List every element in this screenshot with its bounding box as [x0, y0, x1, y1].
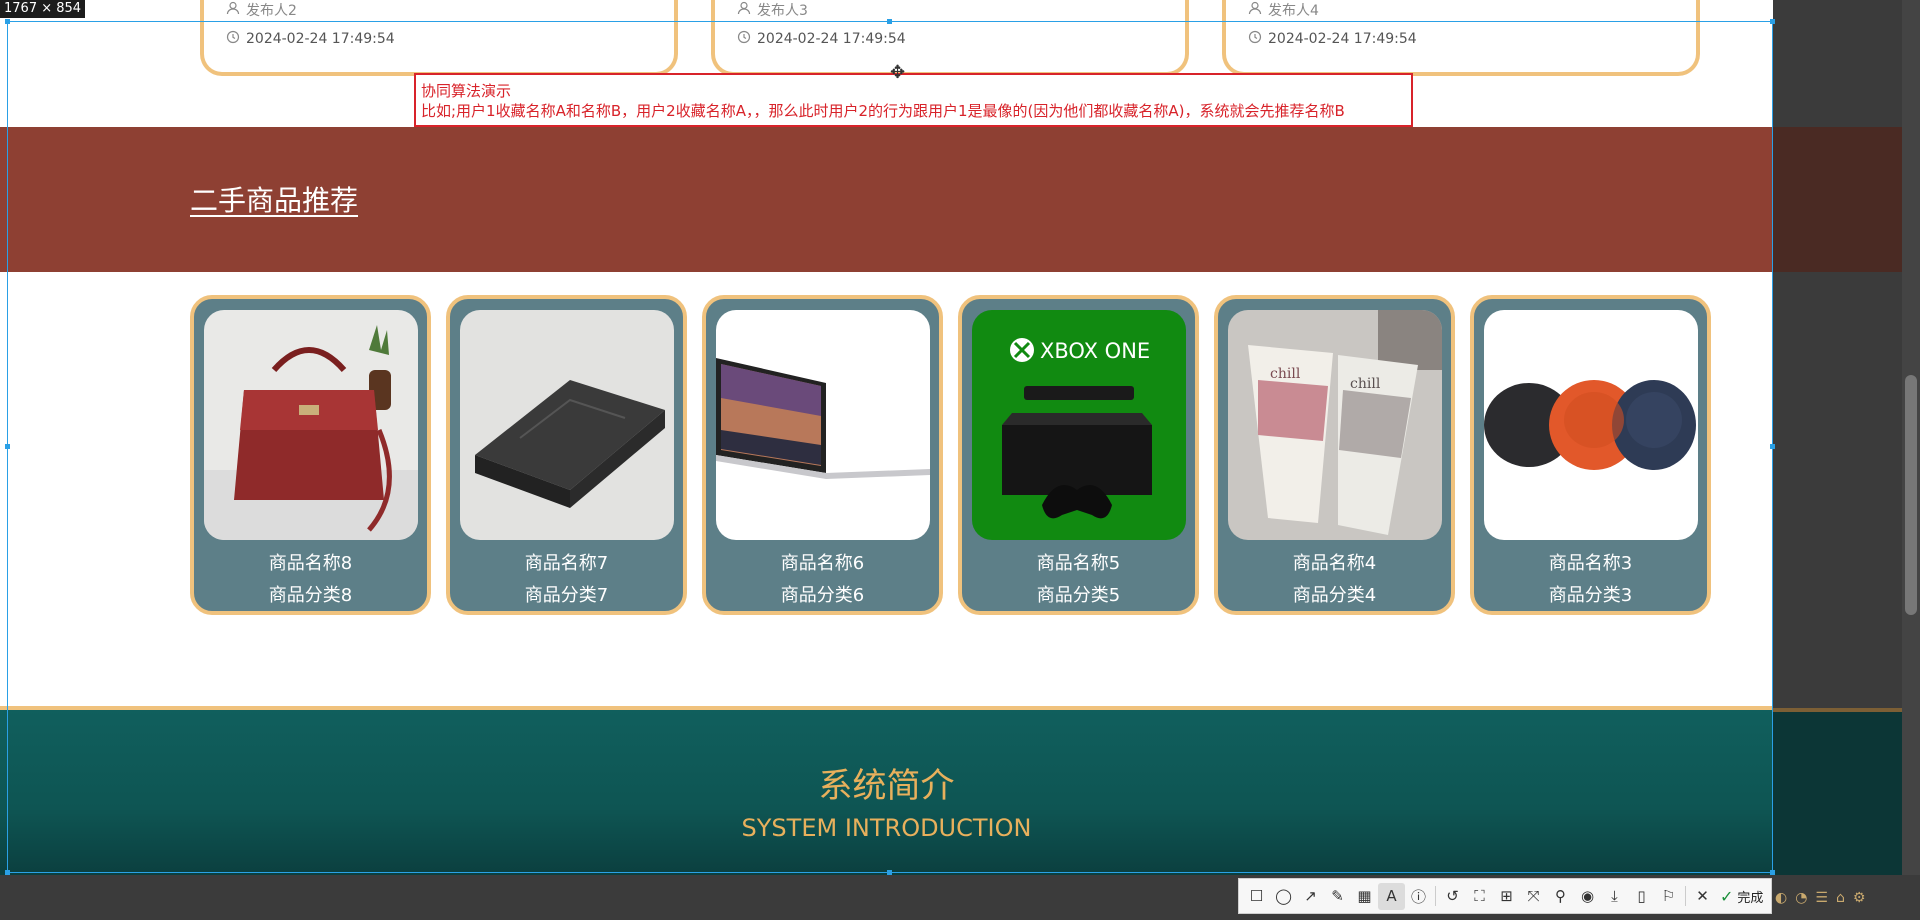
webpage: 发布人2 2024-02-24 17:49:54 发布人3 2024-02-24…	[0, 0, 1773, 875]
product-name: 商品名称8	[268, 553, 353, 574]
save-icon[interactable]: ▯	[1628, 883, 1655, 910]
number-icon[interactable]: ⓘ	[1405, 883, 1432, 910]
product-list: 商品名称8 商品分类8 商品名称7 商品分类7 商品名称6 商品分类6 XBOX…	[190, 295, 1711, 615]
publisher-name: 发布人4	[1268, 3, 1319, 19]
product-category: 商品分类3	[1548, 585, 1633, 606]
tube-label-text: chill	[1270, 366, 1301, 382]
dimmed-banner-red	[1773, 127, 1903, 272]
product-category: 商品分类7	[524, 585, 609, 606]
product-name: 商品名称6	[780, 553, 865, 574]
ocr-icon[interactable]: ⛶	[1466, 883, 1493, 910]
tube-label-text: chill	[1350, 376, 1381, 392]
dimmed-area-right	[1773, 0, 1920, 920]
close-icon[interactable]: ✕	[1689, 883, 1716, 910]
resize-handle-w[interactable]	[5, 444, 10, 449]
scroll-capture-icon[interactable]: ⤧	[1520, 883, 1547, 910]
resize-handle-nw[interactable]	[5, 19, 10, 24]
system-intro-section: 系统简介 SYSTEM INTRODUCTION	[0, 706, 1773, 875]
resize-handle-e[interactable]	[1770, 444, 1775, 449]
intro-title-zh: 系统简介	[818, 766, 955, 806]
publish-time: 2024-02-24 17:49:54	[757, 31, 906, 47]
product-image[interactable]: XBOX ONE	[972, 310, 1186, 540]
arrow-icon[interactable]: ↗	[1297, 883, 1324, 910]
publisher-card[interactable]: 发布人2 2024-02-24 17:49:54	[200, 0, 678, 76]
dimmed-banner-teal	[1773, 708, 1903, 875]
done-button[interactable]: ✓ 完成	[1720, 887, 1763, 906]
scrollbar-thumb[interactable]	[1905, 375, 1917, 615]
publisher-name: 发布人2	[246, 3, 297, 19]
product-category: 商品分类8	[268, 585, 353, 606]
product-card[interactable]: chill chill 商品名称4 商品分类4	[1214, 295, 1455, 615]
publish-time: 2024-02-24 17:49:54	[1268, 31, 1417, 47]
tray-icons: ◐◔☰⌂⚙	[1775, 890, 1874, 906]
capture-toolbar: ☐ ◯ ↗ ✎ ▦ A ⓘ ↺ ⛶ ⊞ ⤧ ⚲ ◉ ⤓ ▯ ⚐ ✕ ✓ 完成	[1238, 878, 1772, 914]
product-card[interactable]: 商品名称6 商品分类6	[702, 295, 943, 615]
page-scrollbar[interactable]	[1902, 0, 1920, 920]
bookmark-icon[interactable]: ⚐	[1655, 883, 1682, 910]
product-name: 商品名称7	[524, 553, 609, 574]
clock-icon	[1248, 30, 1262, 48]
resize-handle-sw[interactable]	[5, 870, 10, 875]
done-label: 完成	[1737, 890, 1764, 906]
product-category: 商品分类4	[1292, 585, 1377, 606]
product-card[interactable]: 商品名称7 商品分类7	[446, 295, 687, 615]
capture-size-label: 1767 × 854	[0, 0, 86, 18]
pin-icon[interactable]: ⚲	[1547, 883, 1574, 910]
undo-icon[interactable]: ↺	[1439, 883, 1466, 910]
product-image[interactable]: chill chill	[1228, 310, 1442, 540]
resize-handle-s[interactable]	[887, 870, 892, 875]
translate-icon[interactable]: ⊞	[1493, 883, 1520, 910]
xbox-logo-text: XBOX ONE	[1040, 339, 1150, 363]
product-card[interactable]: XBOX ONE 商品名称5 商品分类5	[958, 295, 1199, 615]
algorithm-note-body: 比如;用户1收藏名称A和名称B，用户2收藏名称A，，那么此时用户2的行为跟用户1…	[421, 102, 1345, 120]
product-category: 商品分类5	[1036, 585, 1121, 606]
product-image[interactable]	[460, 310, 674, 540]
user-icon	[226, 1, 240, 19]
user-icon	[737, 1, 751, 19]
publisher-card[interactable]: 发布人4 2024-02-24 17:49:54	[1222, 0, 1700, 76]
product-category: 商品分类6	[780, 585, 865, 606]
intro-title-en: SYSTEM INTRODUCTION	[741, 814, 1032, 842]
publisher-name: 发布人3	[757, 3, 808, 19]
ellipse-icon[interactable]: ◯	[1270, 883, 1297, 910]
resize-handle-ne[interactable]	[1770, 19, 1775, 24]
product-image[interactable]	[716, 310, 930, 540]
download-icon[interactable]: ⤓	[1601, 883, 1628, 910]
publish-time: 2024-02-24 17:49:54	[246, 31, 395, 47]
recommend-banner: 二手商品推荐	[0, 127, 1773, 272]
product-name: 商品名称5	[1036, 553, 1121, 574]
clock-icon	[226, 30, 240, 48]
resize-handle-se[interactable]	[1770, 870, 1775, 875]
check-icon: ✓	[1720, 886, 1734, 906]
algorithm-note-title: 协同算法演示	[421, 82, 512, 100]
resize-handle-n[interactable]	[887, 19, 892, 24]
product-card[interactable]: 商品名称8 商品分类8	[190, 295, 431, 615]
text-icon[interactable]: A	[1378, 882, 1405, 910]
product-image[interactable]	[204, 310, 418, 540]
move-cursor-icon: ✥	[890, 62, 906, 83]
mosaic-icon[interactable]: ▦	[1351, 883, 1378, 910]
algorithm-note-box: 协同算法演示 比如;用户1收藏名称A和名称B，用户2收藏名称A，，那么此时用户2…	[414, 73, 1413, 127]
record-icon[interactable]: ◉	[1574, 883, 1601, 910]
product-card[interactable]: 商品名称3 商品分类3	[1470, 295, 1711, 615]
product-name: 商品名称3	[1548, 553, 1633, 574]
pen-icon[interactable]: ✎	[1324, 883, 1351, 910]
clock-icon	[737, 30, 751, 48]
rectangle-icon[interactable]: ☐	[1243, 883, 1270, 910]
section-title[interactable]: 二手商品推荐	[190, 179, 358, 219]
product-image[interactable]	[1484, 310, 1698, 540]
user-icon	[1248, 1, 1262, 19]
publisher-card[interactable]: 发布人3 2024-02-24 17:49:54	[711, 0, 1189, 76]
product-name: 商品名称4	[1292, 553, 1377, 574]
top-card-row: 发布人2 2024-02-24 17:49:54 发布人3 2024-02-24…	[0, 0, 1773, 78]
